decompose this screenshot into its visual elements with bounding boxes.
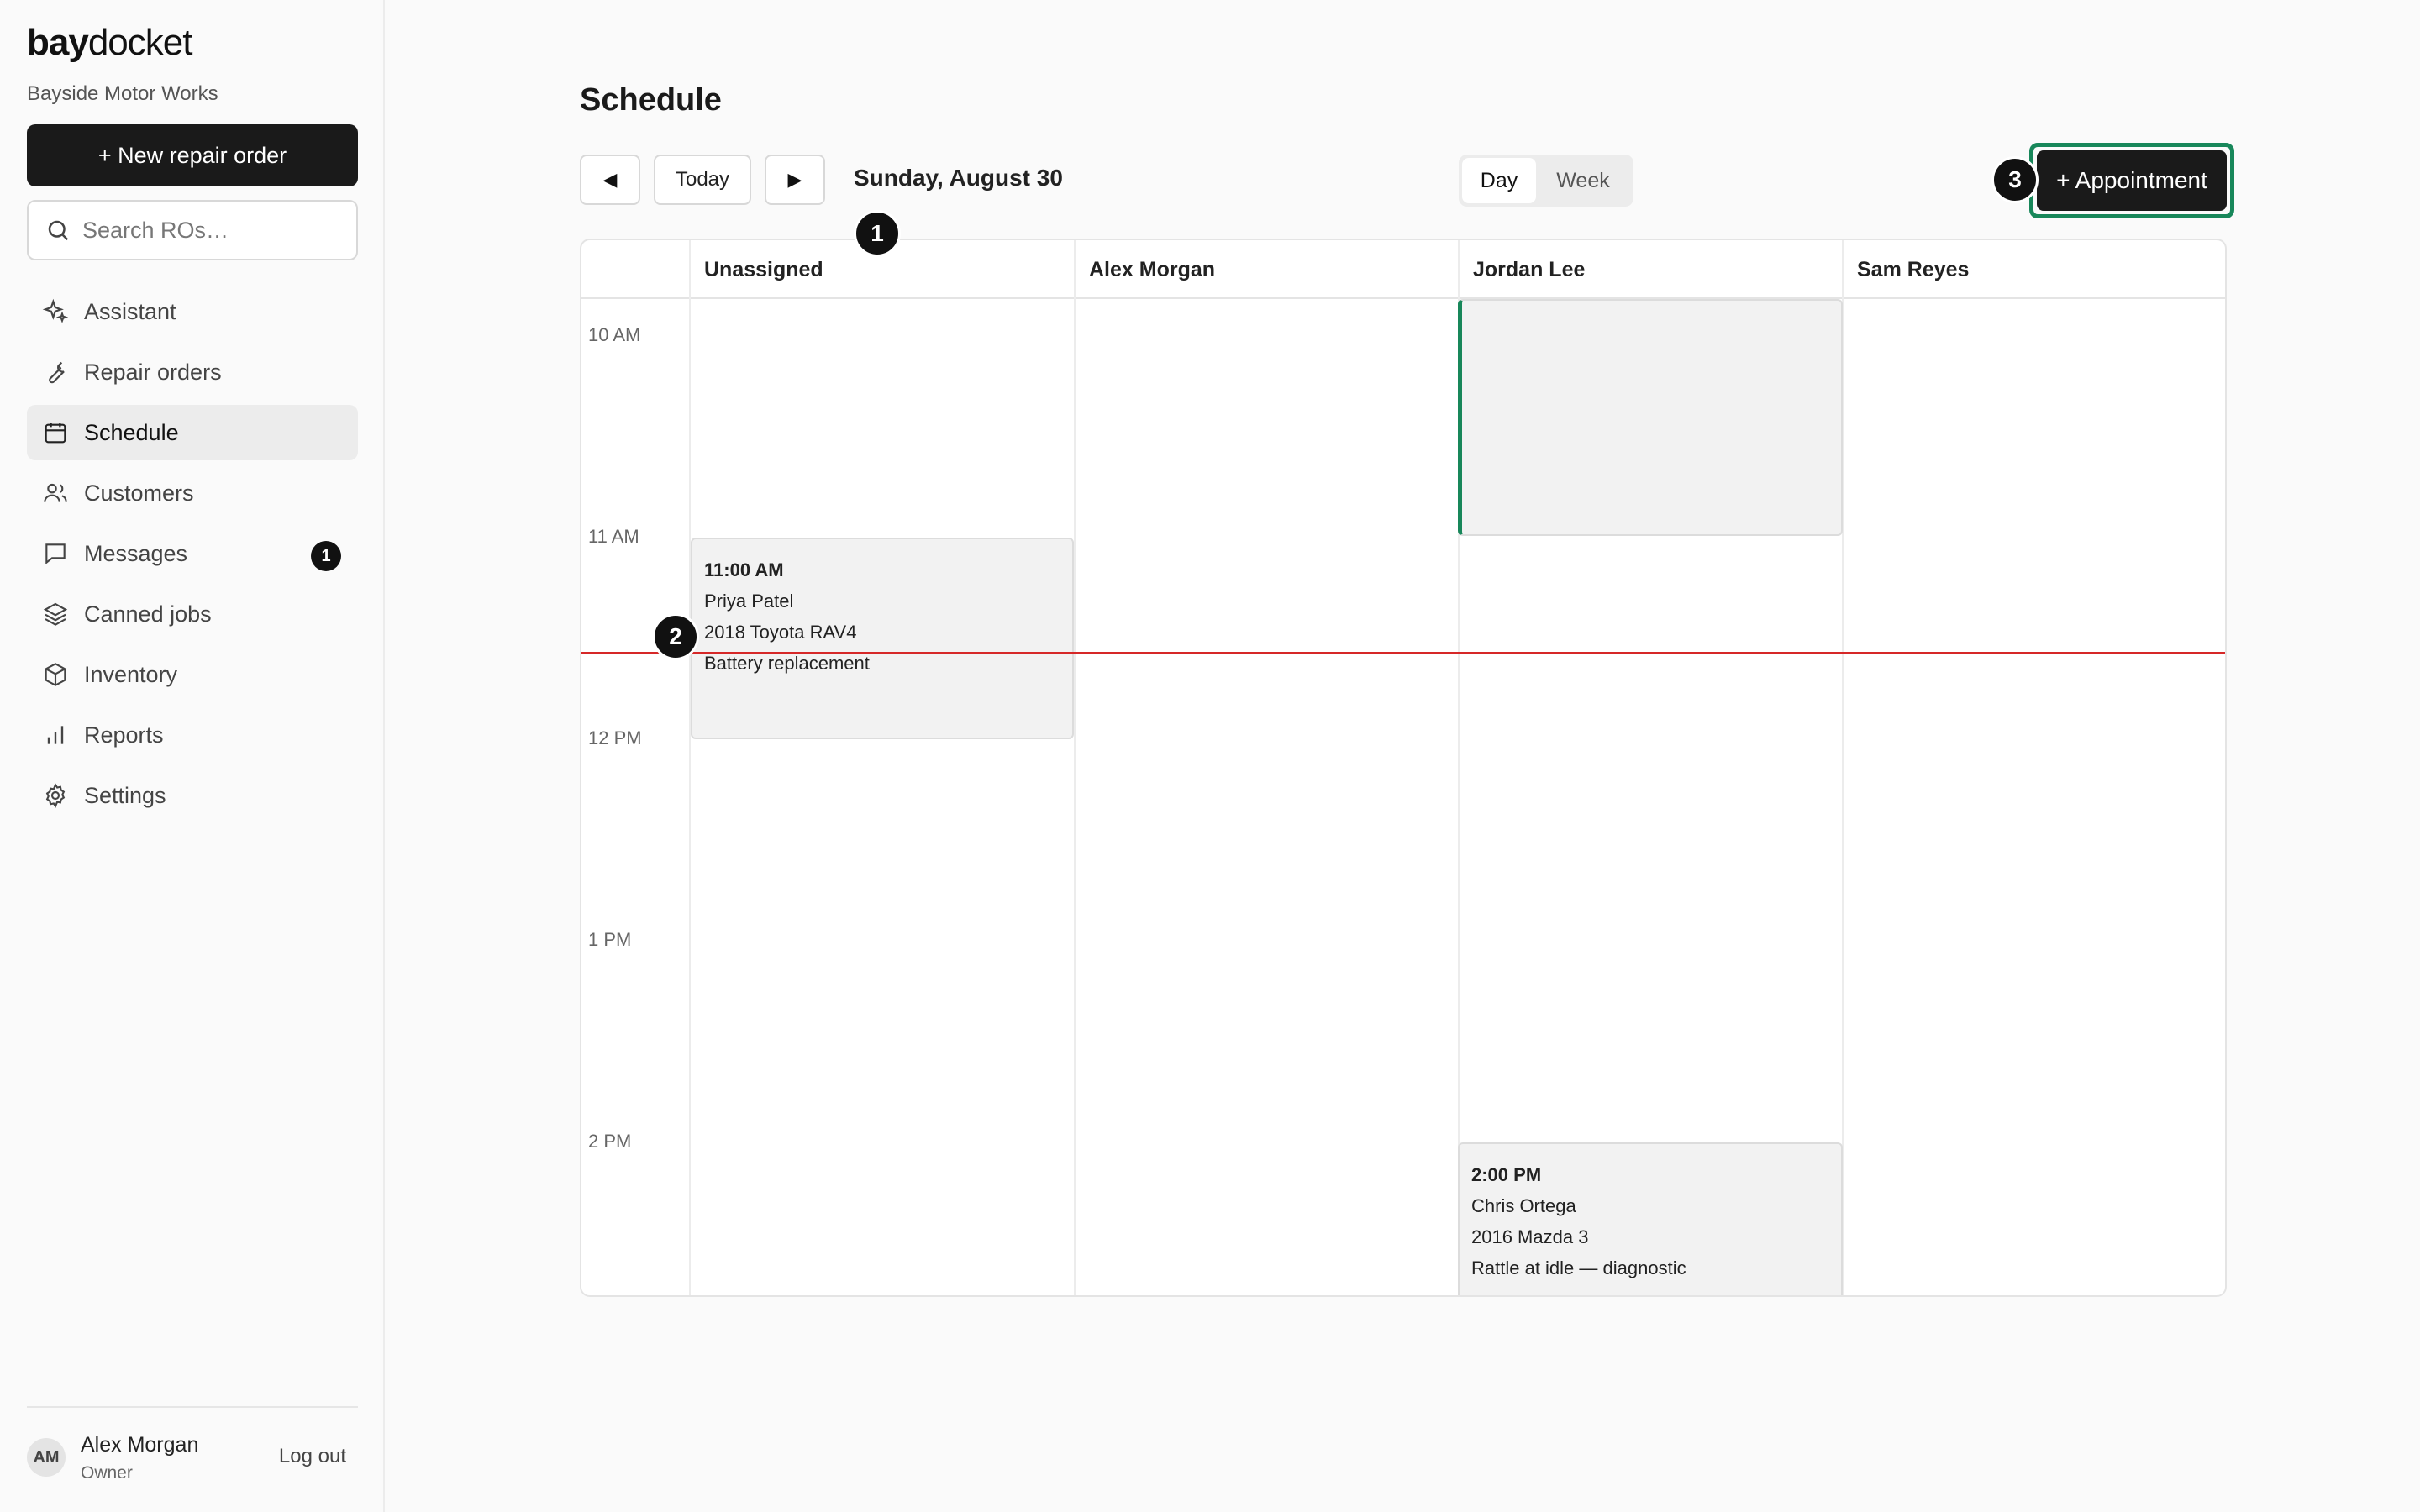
sidebar-nav: Assistant Repair orders Schedule Custome… bbox=[27, 284, 358, 828]
sidebar-item-label: Settings bbox=[84, 782, 166, 808]
users-icon bbox=[44, 483, 67, 502]
main-content: Schedule ◀ Today ▶ Sunday, August 30 Day… bbox=[387, 0, 2420, 1512]
today-button[interactable]: Today bbox=[654, 155, 751, 205]
triangle-right-icon: ▶ bbox=[787, 169, 802, 190]
messages-count-badge: 1 bbox=[311, 541, 341, 571]
current-time-line bbox=[581, 652, 2225, 654]
page-title: Schedule bbox=[580, 82, 722, 118]
appointment-vehicle: 2018 Toyota RAV4 bbox=[704, 622, 857, 643]
user-area: AM Alex Morgan Owner Log out bbox=[27, 1406, 358, 1483]
add-appointment-button[interactable]: + Appointment bbox=[2037, 150, 2227, 211]
sidebar-item-canned-jobs[interactable]: Canned jobs bbox=[27, 586, 358, 642]
current-date: Sunday, August 30 bbox=[854, 165, 1063, 191]
search-box[interactable] bbox=[27, 200, 358, 260]
sidebar-item-label: Reports bbox=[84, 722, 164, 748]
sidebar-item-messages[interactable]: Messages 1 bbox=[27, 526, 358, 581]
sidebar-item-schedule[interactable]: Schedule bbox=[27, 405, 358, 460]
appointment-card[interactable]: 2:00 PM Chris Ortega 2016 Mazda 3 Rattle… bbox=[1458, 1142, 1843, 1295]
step-marker-3: 3 bbox=[1991, 156, 2039, 203]
sidebar: baydocket Bayside Motor Works + New repa… bbox=[0, 0, 385, 1512]
sidebar-item-label: Assistant bbox=[84, 298, 176, 324]
appointment-card[interactable]: 11:00 AM Priya Patel 2018 Toyota RAV4 Ba… bbox=[691, 538, 1074, 739]
time-label-2pm: 2 PM bbox=[588, 1131, 632, 1152]
view-day-button[interactable]: Day bbox=[1462, 158, 1536, 203]
sparkle-icon bbox=[42, 298, 69, 323]
new-repair-order-button[interactable]: + New repair order bbox=[27, 124, 358, 186]
appointment-customer: Priya Patel bbox=[704, 591, 794, 612]
sidebar-item-reports[interactable]: Reports bbox=[27, 707, 358, 763]
user-name: Alex Morgan bbox=[81, 1433, 199, 1457]
appointment-service: Rattle at idle — diagnostic bbox=[1471, 1257, 1686, 1278]
time-label-1pm: 1 PM bbox=[588, 929, 632, 950]
gear-icon bbox=[45, 783, 66, 808]
step-marker-1: 1 bbox=[854, 210, 901, 257]
column-header-alex-morgan: Alex Morgan bbox=[1089, 257, 1216, 281]
column-divider bbox=[689, 240, 691, 1295]
sidebar-item-assistant[interactable]: Assistant bbox=[27, 284, 358, 339]
step-marker-2: 2 bbox=[652, 613, 699, 660]
time-label-12pm: 12 PM bbox=[588, 727, 642, 748]
layers-icon bbox=[43, 602, 68, 626]
message-icon bbox=[45, 543, 66, 564]
search-input[interactable] bbox=[82, 217, 351, 244]
sidebar-item-label: Messages bbox=[84, 540, 188, 566]
box-icon bbox=[45, 663, 66, 686]
appointment-vehicle: 2016 Mazda 3 bbox=[1471, 1226, 1589, 1247]
prev-day-button[interactable]: ◀ bbox=[580, 155, 640, 205]
column-header-jordan-lee: Jordan Lee bbox=[1473, 257, 1586, 281]
appointment-block-selected[interactable] bbox=[1458, 299, 1843, 536]
sidebar-item-label: Schedule bbox=[84, 419, 179, 445]
sidebar-item-repair-orders[interactable]: Repair orders bbox=[27, 344, 358, 400]
view-week-button[interactable]: Week bbox=[1539, 158, 1627, 203]
avatar[interactable]: AM bbox=[27, 1438, 66, 1477]
sidebar-item-settings[interactable]: Settings bbox=[27, 768, 358, 823]
sidebar-item-label: Repair orders bbox=[84, 359, 222, 385]
appointment-time: 2:00 PM bbox=[1471, 1164, 1542, 1185]
sidebar-item-customers[interactable]: Customers bbox=[27, 465, 358, 521]
appointment-button-focus-ring: + Appointment bbox=[2029, 143, 2234, 218]
bar-chart-icon bbox=[47, 726, 64, 744]
appointment-customer: Chris Ortega bbox=[1471, 1195, 1576, 1216]
search-icon bbox=[48, 220, 69, 241]
appointment-time: 11:00 AM bbox=[704, 559, 784, 580]
triangle-left-icon: ◀ bbox=[602, 169, 618, 190]
logout-button[interactable]: Log out bbox=[279, 1445, 346, 1468]
shop-name: Bayside Motor Works bbox=[27, 82, 218, 105]
sidebar-item-label: Inventory bbox=[84, 661, 178, 687]
sidebar-item-label: Canned jobs bbox=[84, 601, 212, 627]
time-label-11am: 11 AM bbox=[588, 526, 639, 547]
sidebar-item-label: Customers bbox=[84, 480, 194, 506]
schedule-grid: Unassigned Alex Morgan Jordan Lee Sam Re… bbox=[580, 239, 2227, 1297]
brand-logo[interactable]: baydocket bbox=[27, 22, 192, 64]
column-divider bbox=[1074, 240, 1076, 1295]
wrench-icon bbox=[49, 361, 65, 384]
column-header-sam-reyes: Sam Reyes bbox=[1857, 257, 1970, 281]
calendar-icon bbox=[45, 423, 66, 444]
sidebar-item-inventory[interactable]: Inventory bbox=[27, 647, 358, 702]
user-role: Owner bbox=[81, 1463, 133, 1483]
time-label-10am: 10 AM bbox=[588, 324, 641, 345]
view-toggle: Day Week bbox=[1459, 155, 1634, 207]
column-header-row: Unassigned Alex Morgan Jordan Lee Sam Re… bbox=[581, 240, 2225, 299]
next-day-button[interactable]: ▶ bbox=[765, 155, 825, 205]
